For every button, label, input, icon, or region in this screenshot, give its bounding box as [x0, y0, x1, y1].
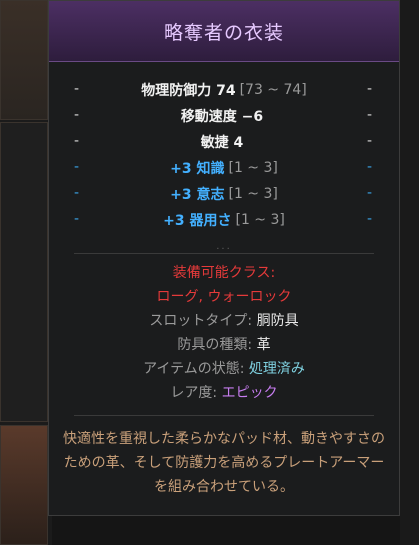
stat-bullet: - — [366, 185, 372, 201]
stat-range: [1 ~ 3] — [228, 160, 278, 176]
slot-value: 胴防具 — [256, 313, 299, 329]
stat-bullet: - — [366, 159, 372, 175]
class-requirement-label: 装備可能クラス: — [49, 261, 399, 285]
stat-range: [1 ~ 3] — [235, 212, 285, 228]
stat-value: +3 意志 — [170, 187, 225, 203]
item-name: 略奪者の衣装 — [163, 21, 284, 44]
stat-bullet: - — [74, 133, 80, 149]
stat-value: +3 知識 — [170, 161, 225, 177]
stat-bullet: - — [74, 211, 80, 227]
rarity-value: エピック — [221, 385, 278, 401]
item-tooltip: 略奪者の衣装 - 物理防御力 74 [73 ~ 74] - - 移動速度 −6 … — [48, 0, 400, 516]
rarity-label: レア度: — [170, 385, 218, 401]
stat-bullet: - — [366, 211, 372, 227]
stat-value: +3 器用さ — [163, 213, 232, 229]
armor-value: 革 — [256, 337, 271, 353]
inventory-slot-top[interactable] — [0, 0, 48, 120]
requirements: 装備可能クラス: ローグ, ウォーロック スロットタイプ: 胴防具 防具の種類:… — [49, 261, 399, 405]
stat-bullet: - — [74, 81, 80, 97]
stat-row: - 敏捷 4 - — [49, 129, 399, 155]
state-value: 処理済み — [248, 361, 305, 377]
stat-bullet: - — [366, 133, 372, 149]
state-label: アイテムの状態: — [143, 361, 245, 377]
stat-row: - +3 意志 [1 ~ 3] - — [49, 181, 399, 207]
stat-row: - 移動速度 −6 - — [49, 103, 399, 129]
class-list: ローグ, ウォーロック — [156, 289, 292, 305]
class-requirement-value: ローグ, ウォーロック — [49, 285, 399, 309]
inventory-slot-armor[interactable] — [0, 425, 48, 545]
stat-bullet: - — [74, 159, 80, 175]
class-label: 装備可能クラス: — [172, 265, 276, 281]
stat-value: 物理防御力 74 — [141, 83, 236, 99]
stat-range: [73 ~ 74] — [239, 82, 307, 98]
armor-label: 防具の種類: — [177, 337, 253, 353]
slot-label: スロットタイプ: — [149, 313, 253, 329]
stat-row: - +3 器用さ [1 ~ 3] - — [49, 207, 399, 233]
stat-list: - 物理防御力 74 [73 ~ 74] - - 移動速度 −6 - - 敏捷 … — [49, 77, 399, 233]
stat-row: - 物理防御力 74 [73 ~ 74] - — [49, 77, 399, 103]
background-panel — [400, 0, 419, 545]
stat-range: [1 ~ 3] — [228, 186, 278, 202]
stat-bullet: - — [366, 81, 372, 97]
inventory-slot-middle[interactable] — [0, 122, 48, 422]
flavor-text: 快適性を重視した柔らかなパッド材、動きやすさのための革、そして防護力を高めるプレ… — [63, 431, 385, 495]
stat-bullet: - — [74, 185, 80, 201]
stat-bullet: - — [74, 107, 80, 123]
divider — [74, 415, 374, 416]
item-state: アイテムの状態: 処理済み — [49, 357, 399, 381]
rarity: レア度: エピック — [49, 381, 399, 405]
stat-value: 敏捷 4 — [200, 135, 244, 151]
stat-bullet: - — [366, 107, 372, 123]
tooltip-title-bar: 略奪者の衣装 — [49, 1, 399, 62]
stat-row: - +3 知識 [1 ~ 3] - — [49, 155, 399, 181]
divider — [74, 253, 374, 254]
slot-type: スロットタイプ: 胴防具 — [49, 309, 399, 333]
armor-type: 防具の種類: 革 — [49, 333, 399, 357]
stat-value: 移動速度 −6 — [180, 109, 264, 125]
inventory-panel — [0, 0, 52, 545]
